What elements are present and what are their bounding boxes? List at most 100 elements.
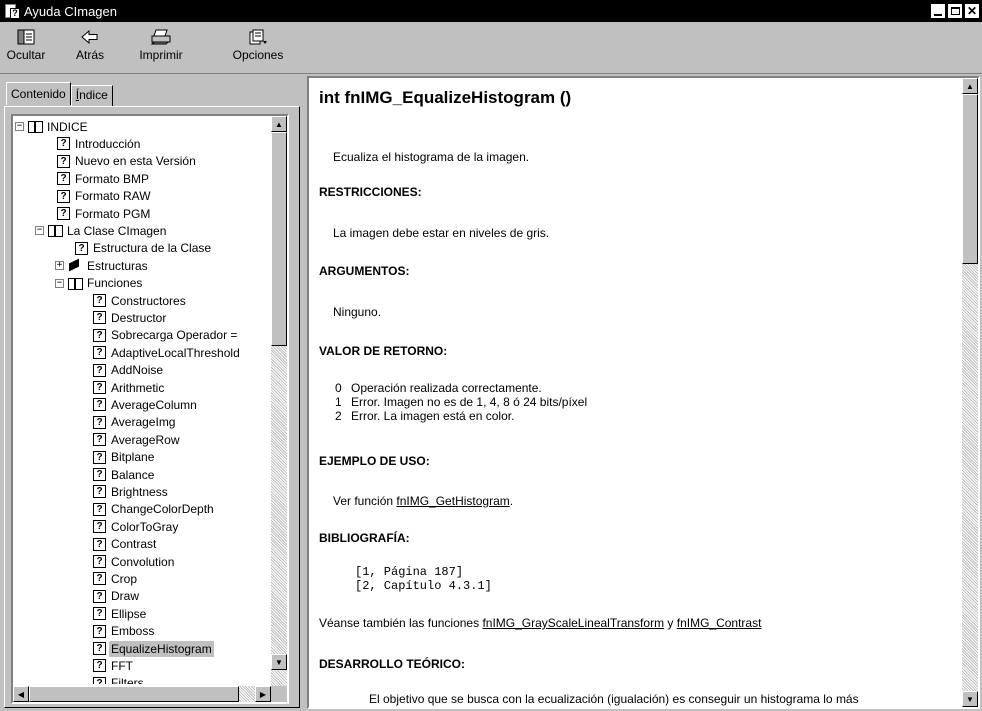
tree-scroll-up-button[interactable]: ▲ <box>271 116 287 132</box>
tree-item-label: Balance <box>111 467 155 482</box>
tree-item-label: INDICE <box>47 119 88 134</box>
tree-item[interactable]: ? ChangeColorDepth <box>93 501 216 518</box>
see-also-text: Véanse también las funciones fnIMG_GrayS… <box>319 616 761 630</box>
maximize-button[interactable] <box>947 3 963 19</box>
print-button-label: Imprimir <box>139 48 183 62</box>
tree-scroll-down-button[interactable]: ▼ <box>271 654 287 670</box>
tree-item[interactable]: ? Nuevo en esta Versión <box>57 153 198 170</box>
printer-icon <box>146 26 176 48</box>
tree-item[interactable]: ? Arithmetic <box>93 379 166 396</box>
tree-item[interactable]: ? Ellipse <box>93 605 148 622</box>
tree-item[interactable]: ? Estructura de la Clase <box>75 240 213 257</box>
tree-item[interactable]: ? Introducción <box>57 135 142 152</box>
tree-item[interactable]: ? Formato PGM <box>57 205 152 222</box>
open-book-icon <box>68 277 83 290</box>
tree-scroll-left-button[interactable]: ◀ <box>13 686 29 702</box>
scroll-up-arrow-icon: ▲ <box>966 81 974 91</box>
tree-item[interactable]: ? Contrast <box>93 536 158 553</box>
tree-item-label: Emboss <box>111 624 155 639</box>
help-page-icon: ? <box>93 398 106 412</box>
tree-item[interactable]: ? Filters <box>93 675 146 684</box>
help-page-icon: ? <box>93 642 106 655</box>
collapse-icon[interactable]: − <box>35 226 44 236</box>
tree-item-label: La Clase CImagen <box>67 223 167 238</box>
tree-item[interactable]: ? EqualizeHistogram <box>93 640 214 657</box>
tree-item[interactable]: − INDICE <box>15 118 90 135</box>
tree-item[interactable]: ? AverageColumn <box>93 396 199 413</box>
tree-item[interactable]: ? Brightness <box>93 483 170 500</box>
expand-icon[interactable]: + <box>55 261 64 271</box>
help-page-icon: ? <box>57 172 70 186</box>
tree-scroll-thumb[interactable] <box>271 132 287 346</box>
tree-item[interactable]: ? Destructor <box>93 309 168 326</box>
back-button[interactable]: Atrás <box>68 26 112 70</box>
contents-tree[interactable]: − INDICE? Introducción? Nuevo en esta Versi… <box>13 118 271 684</box>
scroll-up-arrow-icon: ▲ <box>275 119 283 129</box>
contrast-link[interactable]: fnIMG_Contrast <box>677 616 762 630</box>
print-button[interactable]: Imprimir <box>136 26 186 70</box>
help-window: ? Ayuda CImagen ✕ Ocultar Atrás Imprimir <box>0 0 982 711</box>
see-also-prefix: Véanse también las funciones <box>319 616 483 630</box>
options-button[interactable]: Opciones <box>228 26 288 70</box>
content-scroll-down-button[interactable]: ▼ <box>962 691 978 707</box>
theory-heading: DESARROLLO TEÓRICO: <box>319 657 465 671</box>
tab-contents[interactable]: Contenido <box>6 82 71 105</box>
tree-item-label: ColorToGray <box>111 519 179 534</box>
get-histogram-link[interactable]: fnIMG_GetHistogram <box>396 494 509 508</box>
hide-button[interactable]: Ocultar <box>4 26 48 70</box>
tree-item-label: Brightness <box>111 484 168 499</box>
tree-item[interactable]: − Funciones <box>55 275 144 292</box>
tree-horizontal-scrollbar[interactable]: ◀ ▶ <box>13 686 271 702</box>
tree-hscroll-thumb[interactable] <box>29 686 239 702</box>
help-page-icon: ? <box>57 137 70 151</box>
help-page-icon: ? <box>93 624 106 638</box>
tab-index[interactable]: Índice <box>70 85 113 106</box>
help-page-icon: ? <box>75 241 88 255</box>
tree-item[interactable]: ? Constructores <box>93 292 188 309</box>
tree-item[interactable]: ? Draw <box>93 588 141 605</box>
tree-vertical-scrollbar[interactable]: ▲ ▼ <box>271 116 287 686</box>
tree-item[interactable]: ? Crop <box>93 570 139 587</box>
tree-item[interactable]: ? ColorToGray <box>93 518 180 535</box>
scroll-right-arrow-icon: ▶ <box>259 689 267 699</box>
help-page-icon: ? <box>93 415 106 429</box>
help-page-icon: ? <box>93 520 106 534</box>
tree-item[interactable]: ? AdaptiveLocalThreshold <box>93 344 242 361</box>
content-scroll-thumb[interactable] <box>962 94 978 264</box>
tree-scroll-right-button[interactable]: ▶ <box>255 686 271 702</box>
return-code: 0 <box>335 381 342 395</box>
grayscale-transform-link[interactable]: fnIMG_GrayScaleLinealTransform <box>482 616 664 630</box>
tree-item-label: Sobrecarga Operador = <box>111 328 238 343</box>
tree-item[interactable]: ? Emboss <box>93 623 156 640</box>
close-icon: ✕ <box>966 4 978 18</box>
tree-item[interactable]: ? Convolution <box>93 553 176 570</box>
bibliography-heading: BIBLIOGRAFÍA: <box>319 531 410 545</box>
tree-item[interactable]: ? AddNoise <box>93 362 165 379</box>
help-page-icon: ? <box>57 154 70 168</box>
close-button[interactable]: ✕ <box>964 3 980 19</box>
topic-content-pane: int fnIMG_EqualizeHistogram () Ecualiza … <box>307 76 980 709</box>
example-heading: EJEMPLO DE USO: <box>319 454 430 468</box>
tree-item[interactable]: ? AverageImg <box>93 414 177 431</box>
title-bar[interactable]: ? Ayuda CImagen ✕ <box>0 0 982 22</box>
tree-item[interactable]: ? Balance <box>93 466 156 483</box>
collapse-icon[interactable]: − <box>55 278 64 288</box>
content-vertical-scrollbar[interactable]: ▲ ▼ <box>962 78 978 707</box>
tree-item[interactable]: ? AverageRow <box>93 431 181 448</box>
open-book-icon <box>28 120 43 133</box>
tree-item[interactable]: − La Clase CImagen <box>35 222 168 239</box>
collapse-icon[interactable]: − <box>15 122 24 131</box>
bibliography-entry: [2, Capítulo 4.3.1] <box>355 579 492 593</box>
help-page-icon: ? <box>93 363 106 377</box>
return-description: Error. Imagen no es de 1, 4, 8 ó 24 bits… <box>351 395 588 409</box>
content-scroll-up-button[interactable]: ▲ <box>962 78 978 94</box>
navigation-pane: Contenido Índice − INDICE? Introducción? Nu… <box>2 76 304 709</box>
tree-item[interactable]: ? Bitplane <box>93 449 156 466</box>
tree-item[interactable]: ? Sobrecarga Operador = <box>93 327 239 344</box>
tree-item[interactable]: ? Formato BMP <box>57 170 151 187</box>
minimize-button[interactable] <box>930 3 946 19</box>
scroll-left-arrow-icon: ◀ <box>17 689 25 699</box>
tree-item[interactable]: ? Formato RAW <box>57 188 153 205</box>
tree-item[interactable]: + Estructuras <box>55 257 150 274</box>
tree-item[interactable]: ? FFT <box>93 657 135 674</box>
